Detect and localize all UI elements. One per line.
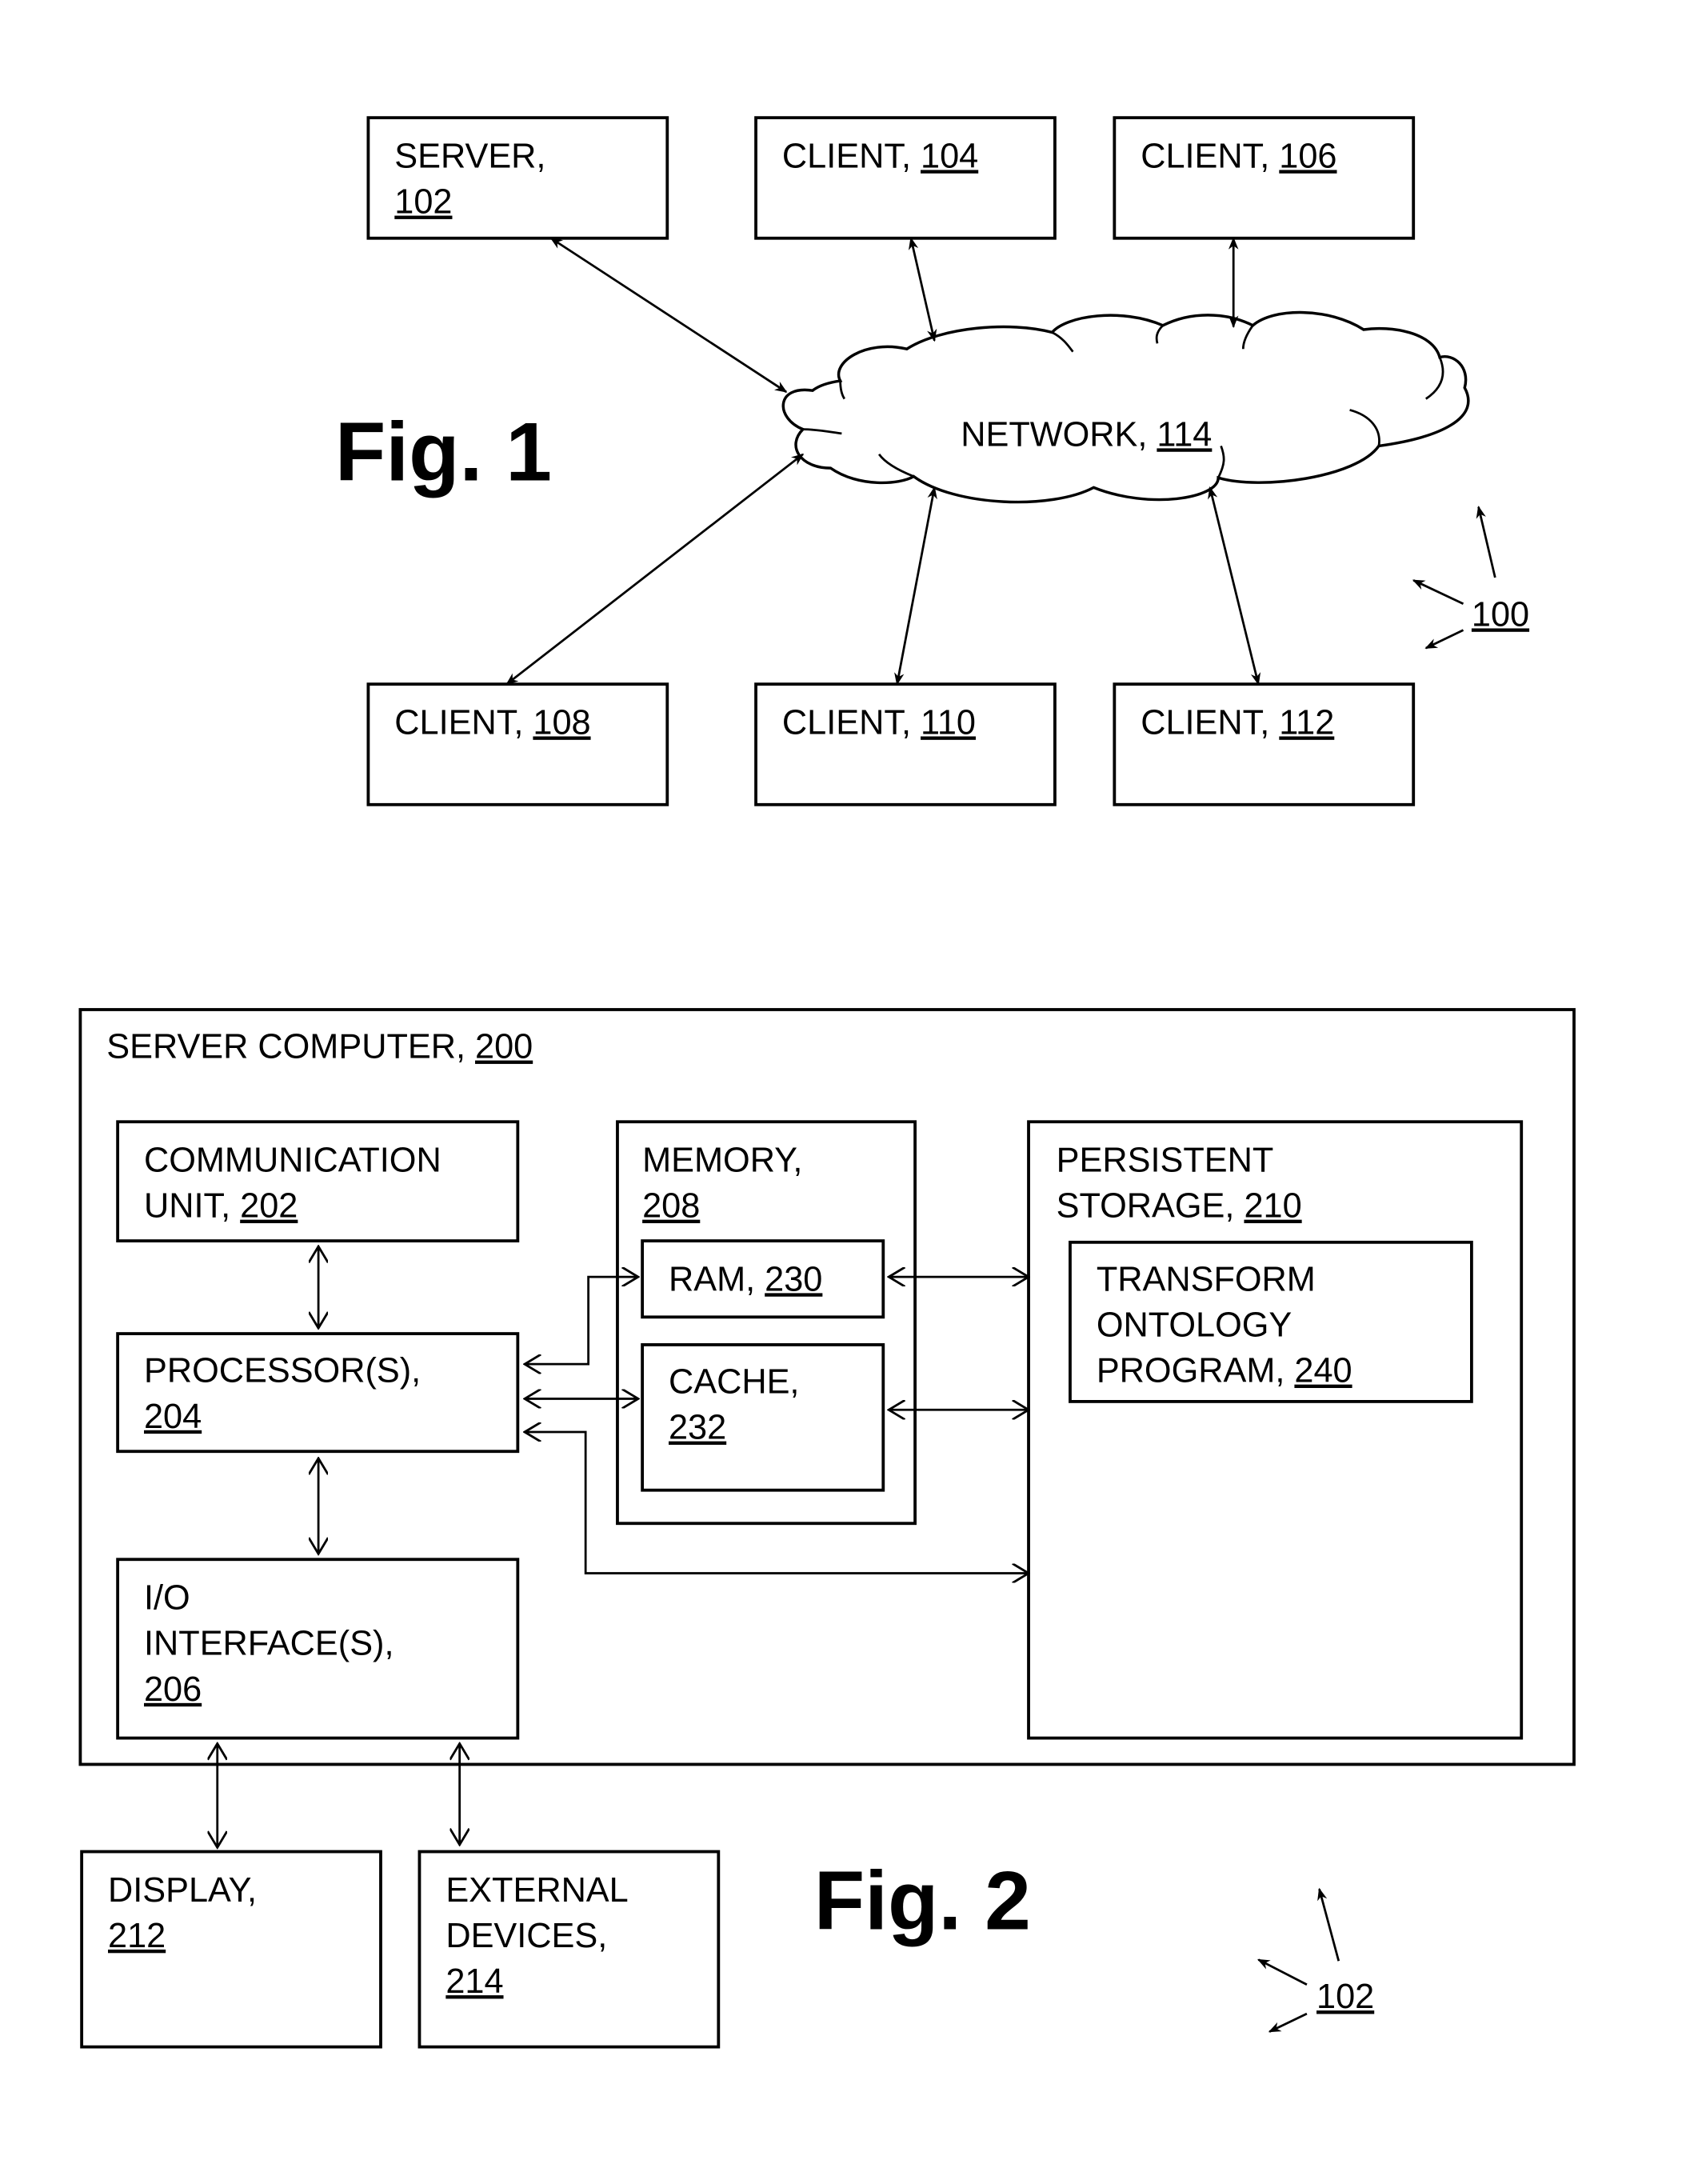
reference-arrow-icon (1412, 579, 1464, 606)
client-label: CLIENT, 112 (1141, 703, 1334, 742)
client-label: CLIENT, 110 (782, 703, 976, 742)
server-network-link (549, 237, 788, 394)
cache-ref: 232 (669, 1409, 726, 1447)
program-label: TRANSFORM (1097, 1260, 1316, 1298)
reference-arrow-icon (1268, 2012, 1308, 2033)
communication-unit-label-2: UNIT, 202 (144, 1187, 298, 1226)
persistent-storage-label-2: STORAGE, 210 (1057, 1187, 1302, 1226)
program-label-2: ONTOLOGY (1097, 1306, 1292, 1345)
persistent-storage-label: PERSISTENT (1057, 1142, 1274, 1180)
reference-102: 102 (1257, 1887, 1374, 2033)
memory-ref: 208 (642, 1187, 700, 1226)
external-devices-label: EXTERNAL (445, 1871, 628, 1910)
display-label: DISPLAY, (108, 1871, 257, 1910)
client-112-network-link (1208, 486, 1261, 686)
reference-100: 100 (1412, 506, 1529, 650)
client-110-network-link (894, 486, 937, 686)
network-label: NETWORK, 114 (961, 415, 1212, 454)
processors-ref: 204 (144, 1398, 202, 1436)
io-interfaces-label-2: INTERFACE(S), (144, 1625, 394, 1663)
reference-arrow-icon (1476, 506, 1496, 578)
io-interfaces: I/O INTERFACE(S), 206 (116, 1558, 520, 1740)
server-label: SERVER, (394, 137, 545, 175)
client-node-112: CLIENT, 112 (1113, 682, 1416, 806)
network-cloud: NETWORK, 114 (781, 310, 1470, 504)
server-computer-label: SERVER COMPUTER, 200 (106, 1028, 533, 1066)
reference-arrow-icon (1317, 1887, 1340, 1962)
external-devices-label-2: DEVICES, (445, 1917, 607, 1955)
client-104-network-link (908, 237, 937, 342)
cache-label: CACHE, (669, 1363, 799, 1402)
io-interfaces-ref: 206 (144, 1670, 202, 1709)
server-node: SERVER, 102 (366, 116, 669, 240)
memory-label: MEMORY, (642, 1142, 802, 1180)
external-devices-ref: 214 (445, 1962, 503, 2001)
patent-drawing-sheet: NETWORK, 114 SERVER, 102 CLIENT, 104 CLI… (78, 116, 1576, 2049)
client-label: CLIENT, 108 (394, 703, 590, 742)
processors: PROCESSOR(S), 204 (116, 1332, 520, 1454)
reference-label: 102 (1316, 1978, 1374, 2016)
reference-arrow-icon (1424, 629, 1464, 650)
figure-2: SERVER COMPUTER, 200 COMMUNICATION UNIT,… (78, 1008, 1576, 2049)
display-ref: 212 (108, 1917, 166, 1955)
server-ref: 102 (394, 183, 452, 222)
program-label-3: PROGRAM, 240 (1097, 1352, 1352, 1390)
reference-label: 100 (1472, 595, 1529, 634)
client-label: CLIENT, 104 (782, 137, 978, 175)
client-node-106: CLIENT, 106 (1113, 116, 1416, 240)
communication-unit-label: COMMUNICATION (144, 1142, 441, 1180)
client-node-104: CLIENT, 104 (754, 116, 1057, 240)
client-node-108: CLIENT, 108 (366, 682, 669, 806)
io-interfaces-label: I/O (144, 1579, 190, 1618)
memory: MEMORY, 208 RAM, 230 CACHE, 232 (616, 1120, 917, 1526)
processors-label: PROCESSOR(S), (144, 1352, 421, 1390)
external-devices: EXTERNAL DEVICES, 214 (418, 1850, 721, 2049)
ram-label: RAM, 230 (669, 1260, 822, 1298)
figure-2-caption: Fig. 2 (814, 1854, 1031, 1947)
figure-1-caption: Fig. 1 (335, 406, 552, 499)
persistent-storage: PERSISTENT STORAGE, 210 TRANSFORM ONTOLO… (1027, 1120, 1524, 1740)
display: DISPLAY, 212 (80, 1850, 382, 2049)
client-label: CLIENT, 106 (1141, 137, 1336, 175)
figure-1: NETWORK, 114 SERVER, 102 CLIENT, 104 CLI… (335, 116, 1529, 806)
reference-arrow-icon (1257, 1958, 1308, 1986)
communication-unit: COMMUNICATION UNIT, 202 (116, 1120, 520, 1243)
client-node-110: CLIENT, 110 (754, 682, 1057, 806)
